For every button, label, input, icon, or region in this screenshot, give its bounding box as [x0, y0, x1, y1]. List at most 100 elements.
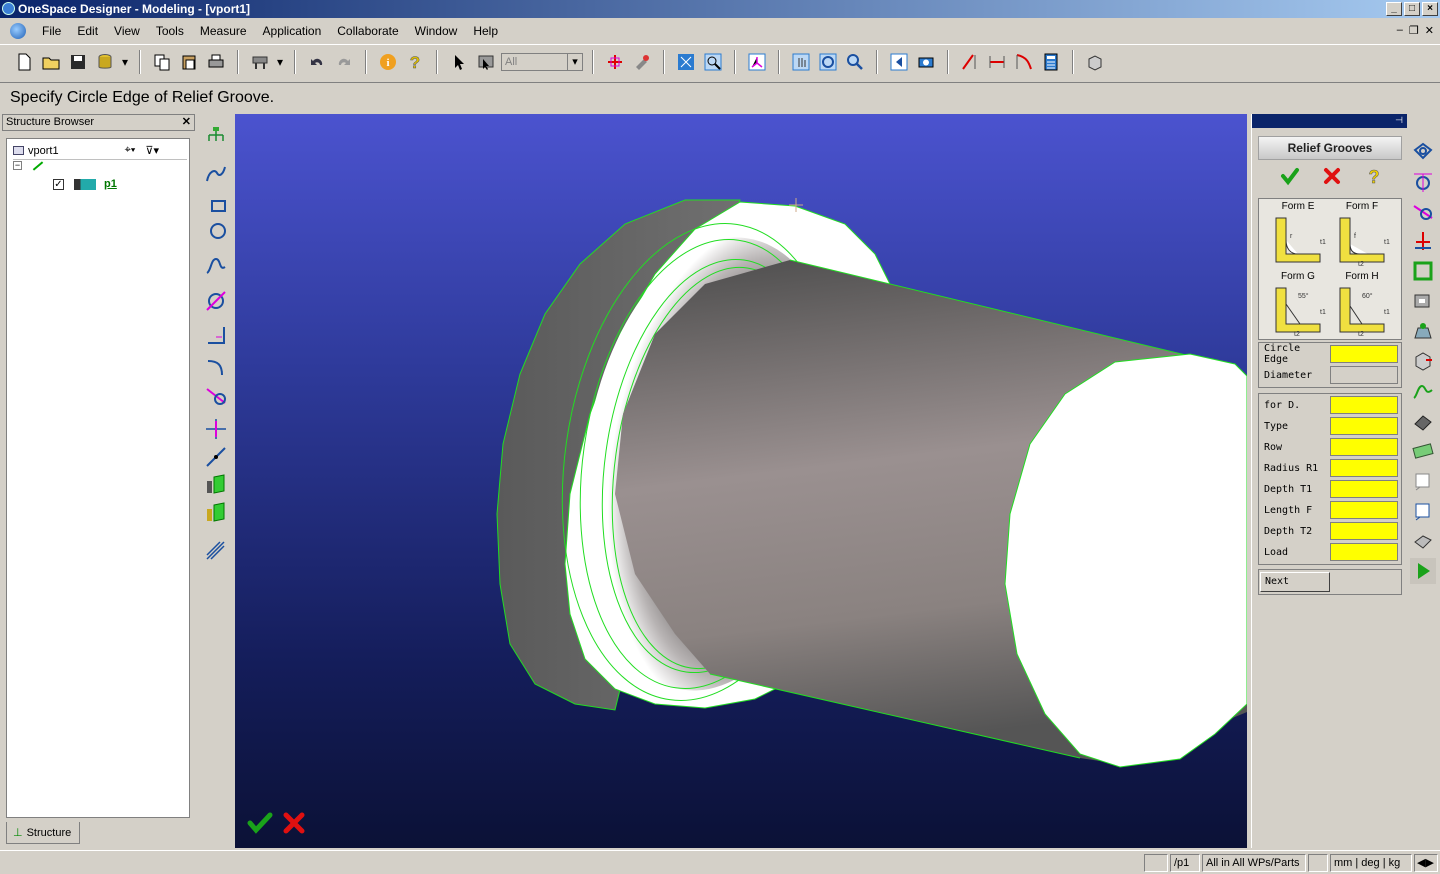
menu-window[interactable]: Window [407, 20, 466, 42]
mdi-close-button[interactable]: ✕ [1425, 24, 1434, 37]
minimize-button[interactable]: _ [1386, 2, 1402, 16]
play-icon[interactable] [1410, 558, 1436, 584]
row-field[interactable]: Row [1260, 437, 1400, 457]
previous-view-icon[interactable] [887, 50, 911, 74]
spline-green-icon[interactable] [1410, 378, 1436, 404]
model-viewport[interactable] [235, 114, 1247, 848]
print-icon[interactable] [204, 50, 228, 74]
tree-part-row[interactable]: ✓ p1 [53, 178, 117, 190]
filter-icon[interactable]: ⊽▾ [145, 144, 159, 157]
circle-edge-field[interactable]: Circle Edge [1260, 343, 1400, 365]
circle-icon[interactable] [203, 216, 229, 242]
mdi-restore-button[interactable]: ❐ [1409, 24, 1419, 37]
measure-distance-icon[interactable] [985, 50, 1009, 74]
tree-structure-icon[interactable] [203, 124, 229, 150]
depth-t2-field[interactable]: Depth T2 [1260, 521, 1400, 541]
split-icon[interactable] [203, 416, 229, 442]
select-filter-icon[interactable] [474, 50, 498, 74]
length-f-field[interactable]: Length F [1260, 500, 1400, 520]
form-f-option[interactable]: Form F t1 t2 f [1331, 201, 1393, 269]
form-h-option[interactable]: Form H 60° t1 t2 [1331, 271, 1393, 339]
for-d-input[interactable] [1330, 396, 1398, 414]
menu-measure[interactable]: Measure [192, 20, 255, 42]
depth-t2-input[interactable] [1330, 522, 1398, 540]
line-icon[interactable] [203, 444, 229, 470]
chevron-down-icon[interactable]: ▾ [275, 50, 285, 74]
camera-icon[interactable] [914, 50, 938, 74]
pan-icon[interactable] [789, 50, 813, 74]
info-icon[interactable]: i [376, 50, 400, 74]
profile-icon[interactable] [1410, 288, 1436, 314]
status-units[interactable]: mm | deg | kg [1330, 854, 1412, 872]
diameter-field[interactable]: Diameter [1260, 365, 1400, 385]
close-button[interactable]: × [1422, 2, 1438, 16]
binoculars-icon[interactable]: ⌖▾ [125, 144, 136, 157]
depth-t1-field[interactable]: Depth T1 [1260, 479, 1400, 499]
axis-split-icon[interactable] [1410, 228, 1436, 254]
money-icon[interactable] [1410, 438, 1436, 464]
menu-tools[interactable]: Tools [148, 20, 192, 42]
trim-icon[interactable] [203, 382, 229, 408]
menu-application[interactable]: Application [255, 20, 330, 42]
selection-filter-select[interactable]: All [501, 52, 583, 71]
next-button[interactable]: Next [1260, 572, 1330, 592]
hole-icon[interactable] [1410, 138, 1436, 164]
menu-view[interactable]: View [106, 20, 148, 42]
status-scope[interactable]: All in All WPs/Parts [1202, 854, 1306, 872]
rectangle-icon[interactable] [203, 192, 229, 218]
pin-icon[interactable]: ⊣ [1395, 115, 1403, 126]
close-icon[interactable]: ✕ [182, 115, 191, 130]
type-input[interactable] [1330, 417, 1398, 435]
form-g-option[interactable]: Form G 55° t1 t2 [1267, 271, 1329, 339]
mdi-minimize-button[interactable]: – [1397, 24, 1403, 37]
ok-check-icon[interactable] [1280, 166, 1300, 191]
chevron-down-icon[interactable]: ▾ [120, 50, 130, 74]
tool-icon[interactable] [630, 50, 654, 74]
note-icon[interactable] [1410, 468, 1436, 494]
chamfer-icon[interactable] [203, 322, 229, 348]
visibility-checkbox[interactable]: ✓ [53, 178, 64, 190]
extrude-icon[interactable] [203, 472, 229, 498]
menu-file[interactable]: File [34, 20, 69, 42]
fillet-icon[interactable] [203, 354, 229, 380]
settings-icon[interactable] [248, 50, 272, 74]
pointer-icon[interactable] [447, 50, 471, 74]
menu-help[interactable]: Help [465, 20, 506, 42]
hatch-icon[interactable] [203, 538, 229, 564]
database-icon[interactable] [93, 50, 117, 74]
fit-view-icon[interactable] [674, 50, 698, 74]
viewport-cancel-button[interactable] [281, 810, 307, 836]
axis-view-icon[interactable] [745, 50, 769, 74]
redo-icon[interactable] [332, 50, 356, 74]
collapse-icon[interactable]: − [13, 161, 22, 170]
target-icon[interactable] [1410, 168, 1436, 194]
row-input[interactable] [1330, 438, 1398, 456]
undo-icon[interactable] [305, 50, 329, 74]
paste-icon[interactable] [177, 50, 201, 74]
diameter-input[interactable] [1330, 366, 1398, 384]
radius-r1-input[interactable] [1330, 459, 1398, 477]
gear-part-icon[interactable] [1410, 408, 1436, 434]
rotate-icon[interactable] [816, 50, 840, 74]
help-question-icon[interactable]: ? [1364, 166, 1384, 191]
menu-edit[interactable]: Edit [69, 20, 106, 42]
circle-edge-input[interactable] [1330, 345, 1398, 363]
length-f-input[interactable] [1330, 501, 1398, 519]
new-file-icon[interactable] [12, 50, 36, 74]
help-icon[interactable]: ? [403, 50, 427, 74]
zoom-icon[interactable] [843, 50, 867, 74]
measure-angle-icon[interactable] [1012, 50, 1036, 74]
radius-r1-field[interactable]: Radius R1 [1260, 458, 1400, 478]
measure-line-icon[interactable] [958, 50, 982, 74]
load-input[interactable] [1330, 543, 1398, 561]
revolve-icon[interactable] [203, 500, 229, 526]
transform-icon[interactable] [603, 50, 627, 74]
zoom-box-icon[interactable] [701, 50, 725, 74]
solid-icon[interactable] [1410, 528, 1436, 554]
sketch-cut-icon[interactable] [1410, 198, 1436, 224]
tangent-arc-icon[interactable] [203, 288, 229, 314]
cancel-x-icon[interactable] [1322, 166, 1342, 191]
maximize-button[interactable]: □ [1404, 2, 1420, 16]
menu-collaborate[interactable]: Collaborate [329, 20, 406, 42]
part-cube-icon[interactable] [1410, 348, 1436, 374]
